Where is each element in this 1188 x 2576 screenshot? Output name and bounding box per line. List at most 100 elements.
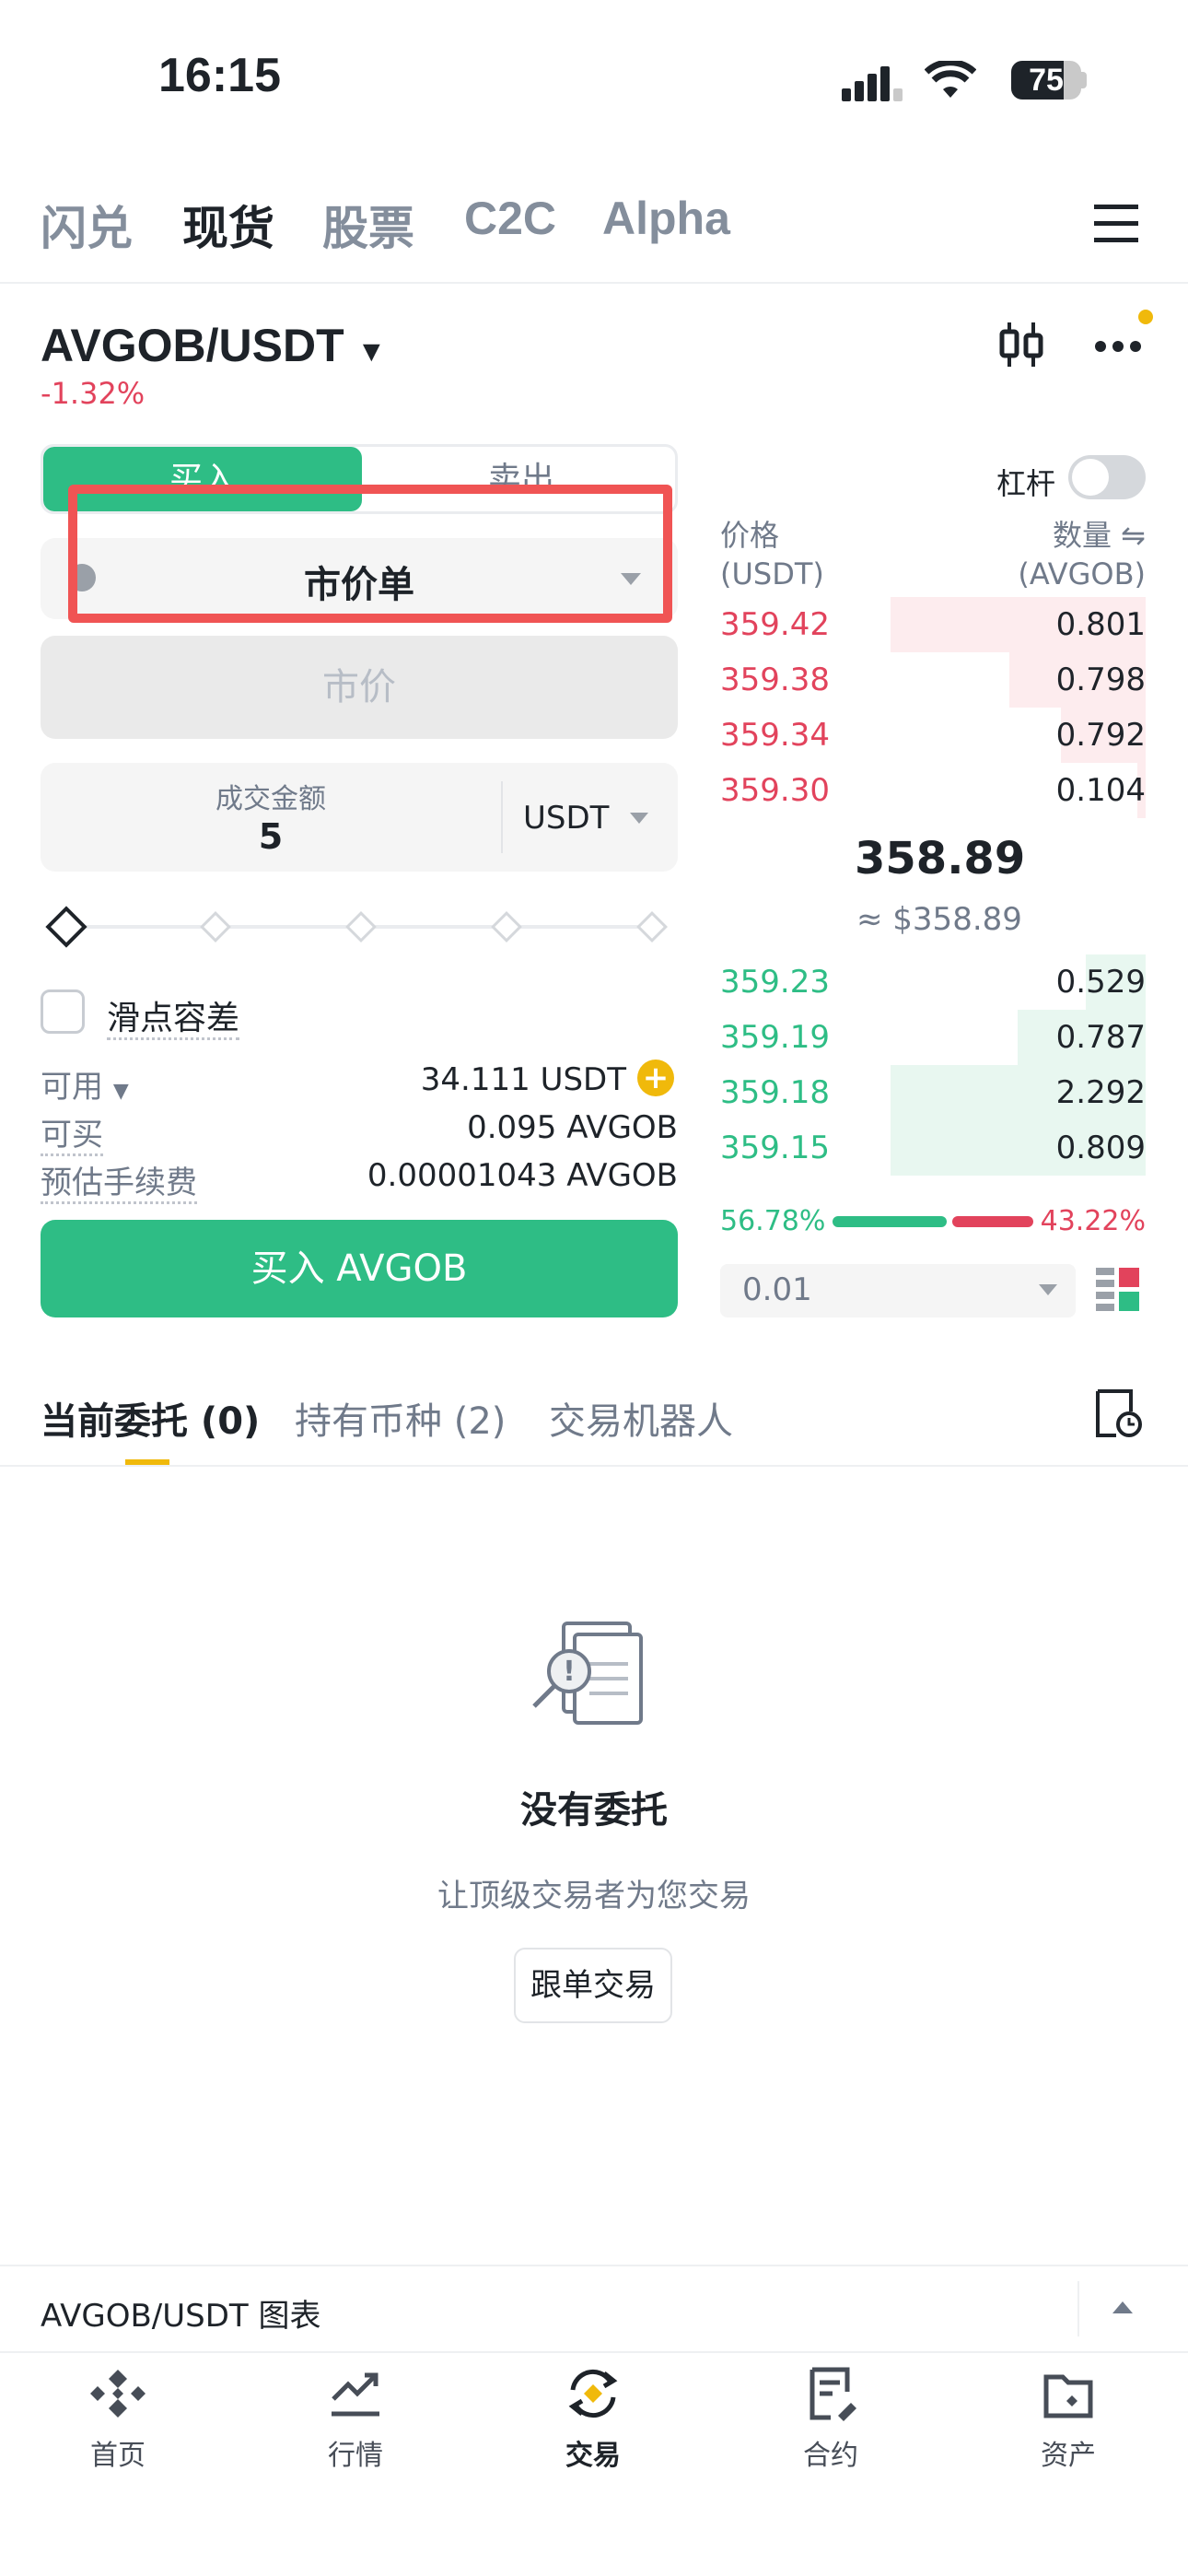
header-divider bbox=[0, 282, 1188, 284]
menu-icon[interactable] bbox=[1094, 203, 1138, 247]
tab-stocks[interactable]: 股票 bbox=[322, 192, 414, 258]
fee-value: 0.00001043 AVGOB bbox=[367, 1157, 678, 1194]
nav-markets[interactable]: 行情 bbox=[282, 2366, 429, 2473]
tab-spot[interactable]: 现货 bbox=[182, 192, 274, 258]
home-icon bbox=[90, 2370, 146, 2418]
max-buy-label: 可买 bbox=[41, 1109, 103, 1156]
order-qty: 0.104 bbox=[1055, 772, 1146, 809]
tab-open-orders[interactable]: 当前委托 (0) bbox=[41, 1391, 260, 1445]
add-funds-icon[interactable]: + bbox=[637, 1060, 674, 1096]
copy-trading-button[interactable]: 跟单交易 bbox=[514, 1948, 672, 2023]
order-qty: 0.792 bbox=[1055, 717, 1146, 754]
nav-trade[interactable]: 交易 bbox=[519, 2366, 667, 2473]
buy-ratio-bar bbox=[833, 1216, 947, 1227]
battery-icon: 75 bbox=[1011, 61, 1081, 100]
tab-c2c[interactable]: C2C bbox=[464, 192, 556, 245]
leverage-label: 杠杆 bbox=[996, 466, 1056, 501]
chart-bar[interactable]: AVGOB/USDT 图表 bbox=[0, 2265, 1188, 2353]
ask-row[interactable]: 359.30 0.104 bbox=[720, 763, 1146, 818]
order-price: 359.15 bbox=[720, 1130, 830, 1166]
price-input[interactable]: 市价 bbox=[41, 636, 678, 739]
qty-header[interactable]: 数量 ⇋ (AVGOB) bbox=[1018, 516, 1146, 593]
sell-ratio-bar bbox=[952, 1216, 1033, 1227]
wallet-icon bbox=[1043, 2374, 1093, 2418]
ask-row[interactable]: 359.38 0.798 bbox=[720, 652, 1146, 708]
orderbook-layout-icon[interactable] bbox=[1096, 1268, 1140, 1316]
ask-row[interactable]: 359.34 0.792 bbox=[720, 708, 1146, 763]
slider-step-25[interactable] bbox=[200, 911, 231, 943]
chevron-up-icon[interactable] bbox=[1112, 2301, 1133, 2313]
slider-step-100[interactable] bbox=[636, 911, 668, 943]
ask-row[interactable]: 359.42 0.801 bbox=[720, 597, 1146, 652]
battery-cap bbox=[1081, 72, 1087, 88]
bid-row[interactable]: 359.23 0.529 bbox=[720, 954, 1146, 1010]
order-price: 359.30 bbox=[720, 772, 830, 809]
max-buy-value: 0.095 AVGOB bbox=[467, 1109, 678, 1146]
order-price: 359.42 bbox=[720, 606, 830, 643]
amount-input[interactable]: 成交金额 5 USDT bbox=[41, 763, 678, 872]
nav-futures[interactable]: 合约 bbox=[757, 2366, 904, 2473]
order-price: 359.34 bbox=[720, 717, 830, 754]
order-qty: 0.787 bbox=[1055, 1019, 1146, 1056]
price-header: 价格 (USDT) bbox=[720, 518, 824, 591]
caret-down-icon bbox=[630, 813, 648, 824]
tabs-divider bbox=[0, 1465, 1188, 1467]
order-price: 359.23 bbox=[720, 964, 830, 1001]
order-price: 359.38 bbox=[720, 662, 830, 698]
tab-holdings[interactable]: 持有币种 (2) bbox=[295, 1391, 506, 1445]
buy-submit-button[interactable]: 买入 AVGOB bbox=[41, 1220, 678, 1317]
nav-home[interactable]: 首页 bbox=[44, 2366, 192, 2473]
highlight-box bbox=[68, 485, 672, 623]
caret-down-icon bbox=[1039, 1284, 1057, 1295]
chart-bar-label: AVGOB/USDT 图表 bbox=[41, 2298, 321, 2335]
sell-ratio: 43.22% bbox=[1040, 1205, 1146, 1237]
trade-icon bbox=[568, 2370, 618, 2418]
pair-selector[interactable]: AVGOB/USDT ▼ bbox=[41, 319, 386, 372]
nav-assets[interactable]: 资产 bbox=[995, 2366, 1142, 2473]
slippage-checkbox[interactable] bbox=[41, 989, 85, 1034]
slider-step-50[interactable] bbox=[345, 911, 377, 943]
last-price: 358.89 bbox=[855, 833, 1026, 884]
leverage-toggle[interactable] bbox=[1068, 455, 1146, 499]
buy-ratio: 56.78% bbox=[720, 1205, 826, 1237]
order-qty: 0.798 bbox=[1055, 662, 1146, 698]
slider-handle[interactable] bbox=[45, 906, 87, 948]
chart-bar-divider bbox=[1077, 2281, 1079, 2336]
pair-name: AVGOB/USDT bbox=[41, 320, 344, 371]
empty-title: 没有委托 bbox=[520, 1789, 668, 1832]
tab-bots[interactable]: 交易机器人 bbox=[549, 1391, 733, 1445]
amount-unit[interactable]: USDT bbox=[523, 800, 609, 837]
amount-label: 成交金额 bbox=[215, 783, 326, 815]
slippage-label: 滑点容差 bbox=[107, 991, 240, 1040]
fee-label: 预估手续费 bbox=[41, 1157, 197, 1204]
caret-down-icon: ▼ bbox=[112, 1080, 129, 1103]
notification-dot bbox=[1138, 310, 1153, 324]
bid-row[interactable]: 359.15 0.809 bbox=[720, 1120, 1146, 1176]
order-history-icon[interactable] bbox=[1094, 1388, 1142, 1443]
order-qty: 0.801 bbox=[1055, 606, 1146, 643]
depth-select[interactable]: 0.01 bbox=[720, 1264, 1076, 1317]
tab-alpha[interactable]: Alpha bbox=[602, 192, 730, 245]
order-price: 359.18 bbox=[720, 1074, 830, 1111]
amount-divider bbox=[501, 781, 503, 853]
pair-change: -1.32% bbox=[41, 376, 146, 411]
available-label[interactable]: 可用 ▼ bbox=[41, 1061, 129, 1107]
svg-text:!: ! bbox=[563, 1656, 576, 1688]
order-qty: 2.292 bbox=[1055, 1074, 1146, 1111]
wifi-icon bbox=[924, 59, 977, 105]
status-time: 16:15 bbox=[158, 49, 281, 102]
more-icon[interactable] bbox=[1094, 339, 1142, 357]
bid-row[interactable]: 359.19 0.787 bbox=[720, 1010, 1146, 1065]
chevron-down-icon: ▼ bbox=[356, 334, 387, 368]
contract-icon bbox=[809, 2367, 856, 2421]
empty-orders-icon: ! bbox=[529, 1618, 648, 1736]
candlestick-icon[interactable] bbox=[998, 319, 1044, 374]
order-qty: 0.809 bbox=[1055, 1130, 1146, 1166]
slider-step-75[interactable] bbox=[491, 911, 522, 943]
amount-value[interactable]: 5 bbox=[41, 816, 501, 857]
empty-subtitle: 让顶级交易者为您交易 bbox=[437, 1878, 751, 1914]
available-value: 34.111 USDT bbox=[420, 1061, 626, 1098]
order-qty: 0.529 bbox=[1055, 964, 1146, 1001]
bid-row[interactable]: 359.18 2.292 bbox=[720, 1065, 1146, 1120]
tab-flash[interactable]: 闪兑 bbox=[41, 192, 133, 258]
